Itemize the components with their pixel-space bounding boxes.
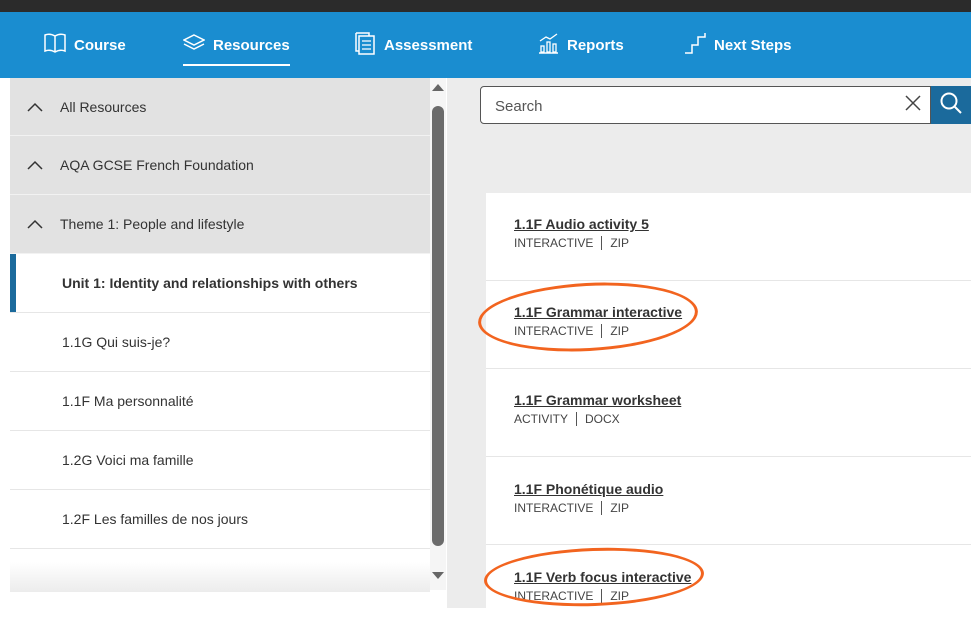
resource-format: ZIP (610, 236, 630, 250)
search-icon (939, 91, 963, 120)
top-bar (0, 0, 971, 12)
resource-title-link[interactable]: 1.1F Grammar worksheet (514, 392, 681, 408)
nav-resources[interactable]: Resources (182, 12, 290, 78)
resource-card: 1.1F Phonétique audio INTERACTIVE ZIP (486, 457, 971, 545)
scrollbar-thumb[interactable] (432, 106, 444, 546)
resource-meta: ACTIVITY DOCX (514, 412, 620, 426)
sidebar-item-label: 1.2F Les familles de nos jours (62, 511, 248, 527)
scroll-up-arrow-icon[interactable] (432, 84, 444, 91)
sidebar-item-1-2g[interactable]: 1.2G Voici ma famille (10, 431, 430, 490)
sidebar-item-label: 1.1G Qui suis-je? (62, 334, 171, 350)
resource-type: INTERACTIVE (514, 236, 594, 250)
resource-card: 1.1F Grammar interactive INTERACTIVE ZIP (486, 281, 971, 369)
book-icon (44, 33, 74, 57)
chevron-up-icon[interactable] (10, 102, 60, 112)
sidebar-item-label: All Resources (60, 98, 147, 115)
sidebar-item-theme[interactable]: Theme 1: People and lifestyle (10, 195, 430, 254)
sidebar-item-1-2f[interactable]: 1.2F Les familles de nos jours (10, 490, 430, 549)
nav-reports-label: Reports (567, 36, 624, 54)
nav-next-steps-label: Next Steps (714, 36, 792, 54)
scroll-down-arrow-icon[interactable] (432, 572, 444, 579)
resource-list: 1.1F Audio activity 5 INTERACTIVE ZIP 1.1… (486, 193, 971, 608)
sidebar-item-label: 1.2G Voici ma famille (62, 452, 194, 468)
sidebar-item-all-resources[interactable]: All Resources (10, 78, 430, 136)
meta-divider (601, 236, 603, 250)
search-box (480, 86, 931, 125)
nav-course[interactable]: Course (44, 12, 126, 78)
resource-format: DOCX (585, 412, 620, 426)
active-tab-underline (183, 64, 290, 66)
sidebar-item-label: AQA GCSE French Foundation (60, 157, 254, 173)
sidebar-item-label: Unit 1: Identity and relationships with … (62, 275, 358, 291)
sidebar-item-course[interactable]: AQA GCSE French Foundation (10, 136, 430, 195)
resource-type: INTERACTIVE (514, 589, 594, 603)
resource-title-link[interactable]: 1.1F Phonétique audio (514, 481, 663, 497)
close-icon (904, 94, 922, 117)
chevron-up-icon[interactable] (10, 160, 60, 170)
resource-title-link[interactable]: 1.1F Grammar interactive (514, 304, 682, 320)
resource-meta: INTERACTIVE ZIP (514, 501, 629, 515)
search-button[interactable] (931, 86, 971, 124)
resource-format: ZIP (610, 324, 630, 338)
meta-divider (601, 501, 603, 515)
bar-chart-icon (537, 32, 567, 58)
resource-format: ZIP (610, 589, 630, 603)
nav-next-steps[interactable]: Next Steps (684, 12, 792, 78)
sidebar-item-unit-1[interactable]: Unit 1: Identity and relationships with … (10, 254, 430, 313)
sidebar-item-1-1f[interactable]: 1.1F Ma personnalité (10, 372, 430, 431)
resource-type: ACTIVITY (514, 412, 569, 426)
resource-type: INTERACTIVE (514, 501, 594, 515)
sidebar-item-label: Theme 1: People and lifestyle (60, 216, 245, 232)
search-input[interactable] (481, 87, 897, 125)
nav-assessment-label: Assessment (384, 36, 473, 54)
nav-resources-label: Resources (213, 36, 290, 54)
layers-icon (182, 33, 213, 57)
nav-course-label: Course (74, 36, 126, 54)
resource-title-link[interactable]: 1.1F Verb focus interactive (514, 569, 691, 585)
meta-divider (601, 324, 603, 338)
clear-search-button[interactable] (900, 92, 926, 118)
meta-divider (601, 589, 603, 603)
resource-card: 1.1F Verb focus interactive INTERACTIVE Z… (486, 545, 971, 633)
checklist-icon (354, 31, 384, 59)
resource-meta: INTERACTIVE ZIP (514, 324, 629, 338)
nav-assessment[interactable]: Assessment (354, 12, 472, 78)
chevron-up-icon[interactable] (10, 219, 60, 229)
sidebar-bottom-shadow (10, 562, 430, 592)
resource-type: INTERACTIVE (514, 324, 594, 338)
meta-divider (576, 412, 578, 426)
resource-title-link[interactable]: 1.1F Audio activity 5 (514, 216, 649, 232)
nav-reports[interactable]: Reports (537, 12, 624, 78)
resource-card: 1.1F Grammar worksheet ACTIVITY DOCX (486, 369, 971, 457)
sidebar-item-1-1g[interactable]: 1.1G Qui suis-je? (10, 313, 430, 372)
steps-icon (684, 32, 714, 58)
resource-meta: INTERACTIVE ZIP (514, 589, 629, 603)
resource-tree-sidebar: All Resources AQA GCSE French Foundation… (10, 78, 430, 590)
resource-format: ZIP (610, 501, 630, 515)
resource-meta: INTERACTIVE ZIP (514, 236, 629, 250)
main-nav: Course Resources Assessment Reports Next… (0, 12, 971, 78)
active-indicator (10, 254, 16, 312)
resource-card: 1.1F Audio activity 5 INTERACTIVE ZIP (486, 193, 971, 281)
sidebar-item-label: 1.1F Ma personnalité (62, 393, 194, 409)
